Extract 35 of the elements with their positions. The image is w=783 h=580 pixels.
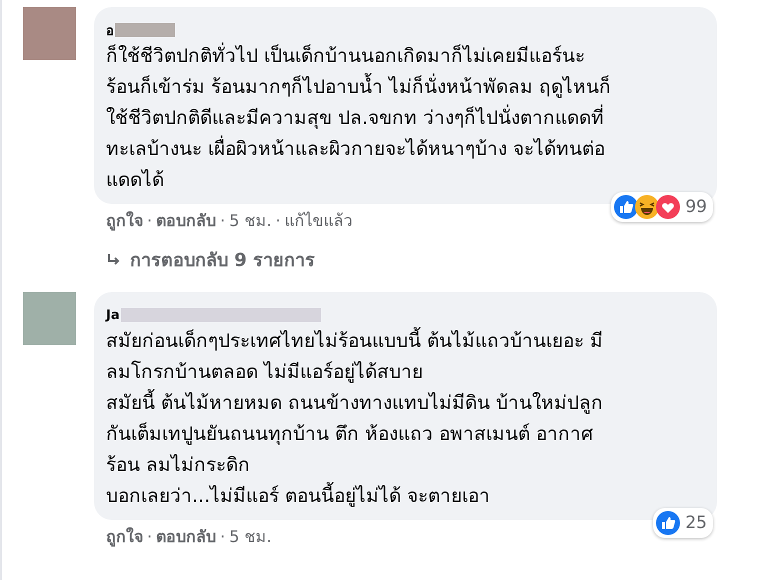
- reaction-summary[interactable]: 99: [611, 192, 713, 222]
- comment-text: ลมโกรกบ้านตลอด ไม่มีแอร์อยู่ได้สบาย: [106, 360, 424, 385]
- action-link[interactable]: ถูกใจ: [106, 524, 143, 549]
- comment-text: ร้อนก็เข้าร่ม ร้อนมากๆก็ไปอาบน้ำ ไม่ก็นั่งหน้าพัดลม ฤดูไหนก็: [106, 72, 705, 103]
- edited-label: แก้ไขแล้ว: [284, 210, 353, 232]
- comment-text: ใช้ชีวิตปกติดีและมีความสุข ปล.จขกท ว่างๆก็ไปนั่งตากแดดที่: [106, 103, 705, 134]
- separator-dot: ·: [220, 211, 226, 230]
- reaction-summary[interactable]: 25: [653, 508, 713, 538]
- like-reaction-icon: [614, 195, 638, 219]
- comment-text: กันเต็มเทปูนยันถนนทุกบ้าน ตึก ห้องแถว อพาสเมนต์ อากาศ: [106, 421, 594, 447]
- separator-dot: ·: [220, 527, 226, 546]
- author-name[interactable]: Ja: [106, 308, 120, 322]
- separator-dot: ·: [276, 211, 281, 230]
- action-link[interactable]: ถูกใจ: [106, 208, 143, 233]
- comment-text: ทะเลบ้างนะ เผื่อผิวหน้าและผิวกายจะได้หนาๆบ้าง จะได้ทนต่อ: [106, 134, 705, 165]
- censor-drawing: [115, 23, 175, 37]
- comment-text: ร้อน ลมไม่กระดิก: [106, 453, 252, 478]
- separator-dot: ·: [147, 527, 152, 546]
- comment-text: สมัยก่อนเด็กๆประเทศไทยไม่ร้อนแบบนี้ ต้นไม้แถวบ้านเยอะ มี: [106, 326, 705, 357]
- view-replies-link[interactable]: การตอบกลับ 9 รายการ: [94, 233, 717, 274]
- haha-reaction-icon: [635, 195, 660, 219]
- action-link[interactable]: ตอบกลับ: [156, 208, 216, 233]
- author-name[interactable]: อ: [106, 20, 114, 40]
- comment-text: แดดได้: [106, 168, 165, 193]
- avatar-placeholder: [23, 7, 76, 60]
- action-link[interactable]: ตอบกลับ: [156, 524, 216, 549]
- reply-arrow-icon: [106, 252, 122, 268]
- comment-text: ก็ใช้ชีวิตปกติทั่วไป เป็นเด็กบ้านนอกเกิดมาก็ไม่เคยมีแอร์นะ: [106, 41, 705, 72]
- timestamp: 5 ชม.: [229, 526, 272, 548]
- love-reaction-icon: [656, 195, 680, 219]
- like-reaction-icon: [656, 511, 680, 535]
- comment-text: สมัยนี้ ต้นไม้หายหมด ถนนข้างทางแทบไม่มีดิน บ้านใหม่ปลูก: [106, 388, 705, 419]
- separator-dot: ·: [147, 211, 152, 230]
- timestamp: 5 ชม.: [229, 210, 272, 232]
- avatar-placeholder: [23, 292, 76, 345]
